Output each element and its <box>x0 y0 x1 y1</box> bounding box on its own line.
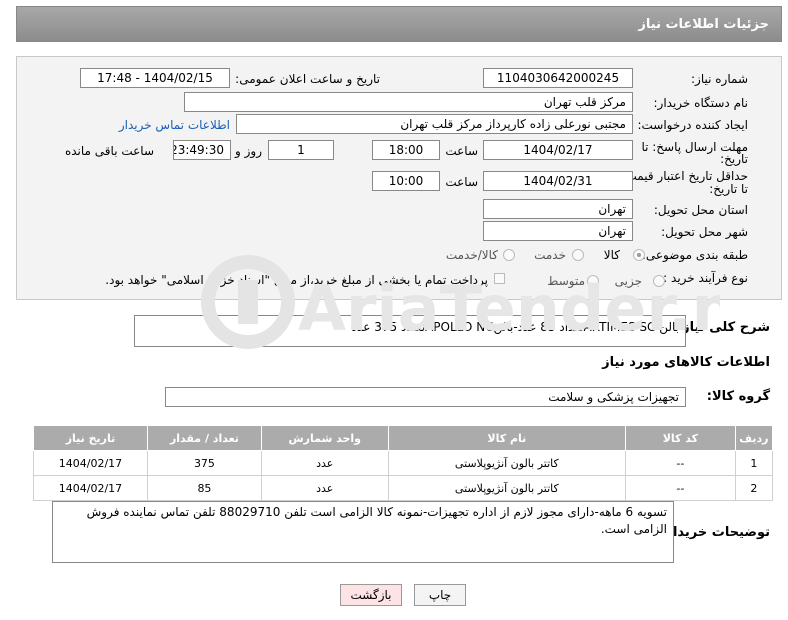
creator-field: مجتبی نورعلی زاده کارپرداز مرکز قلب تهرا… <box>236 114 633 134</box>
page-title: جزئیات اطلاعات نیاز <box>638 17 769 32</box>
process-option-medium: متوسط <box>547 274 585 288</box>
cell-qty: 375 <box>146 450 262 476</box>
deadline-time-field: 18:00 <box>372 140 440 160</box>
price-valid-label-2: تا تاریخ: <box>709 182 748 196</box>
process-label: نوع فرآیند خرید : <box>663 271 748 285</box>
goods-section-title: اطلاعات کالاهای مورد نیاز <box>602 355 770 370</box>
buyer-org-field: مرکز قلب تهران <box>184 92 633 112</box>
col-row: ردیف <box>734 425 774 451</box>
table-row: 2 -- کاتتر بالون آنژیوپلاستی عدد 85 1404… <box>33 475 774 501</box>
price-valid-label: حداقل تاریخ اعتبار قیمت: <box>621 169 748 183</box>
back-button[interactable]: بازگشت <box>340 584 402 606</box>
creator-label: ایجاد کننده درخواست: <box>637 118 748 132</box>
goods-group-field: تجهیزات پزشکی و سلامت <box>165 387 686 407</box>
days-field: 1 <box>268 140 334 160</box>
contact-info-link[interactable]: اطلاعات تماس خریدار <box>119 118 230 132</box>
need-number-field: 1104030642000245 <box>483 68 633 88</box>
process-radio-minor[interactable] <box>653 275 665 287</box>
price-valid-time-field: 10:00 <box>372 171 440 191</box>
category-label: طبقه بندی موضوعی: <box>641 248 748 262</box>
col-code: کد کالا <box>625 425 736 451</box>
deadline-date-field: 1404/02/17 <box>483 140 633 160</box>
notes-label: توضیحات خریدار: <box>660 525 770 540</box>
panel-header: جزئیات اطلاعات نیاز <box>16 6 782 42</box>
category-option-goods-service: کالا/خدمت <box>445 248 498 262</box>
need-number-label: شماره نیاز: <box>691 72 748 86</box>
treasury-payment-checkbox[interactable] <box>494 273 505 284</box>
cell-name: کاتتر بالون آنژیوپلاستی <box>387 475 627 501</box>
payment-note: پرداخت تمام یا بخشی از مبلغ خرید،از محل … <box>105 273 488 287</box>
announce-field: 1404/02/15 - 17:48 <box>80 68 230 88</box>
province-label: استان محل تحویل: <box>653 203 748 217</box>
cell-code: -- <box>625 475 736 501</box>
category-radio-goods[interactable] <box>633 249 645 261</box>
deadline-time-label: ساعت <box>445 144 478 158</box>
cell-code: -- <box>625 450 736 476</box>
cell-date: 1404/02/17 <box>33 450 148 476</box>
city-label: شهر محل تحویل: <box>661 225 748 239</box>
col-unit: واحد شمارش <box>260 425 389 451</box>
description-label: شرح کلی نیاز: <box>676 320 770 335</box>
notes-field: تسویه 6 ماهه-دارای مجوز لازم از اداره تج… <box>52 501 674 563</box>
announce-label: تاریخ و ساعت اعلان عمومی: <box>235 72 380 86</box>
cell-row: 1 <box>734 450 774 476</box>
category-option-goods: کالا <box>603 248 620 262</box>
description-field: بالن ARTIMES SCتعداد 85 عدد-بالنAPOLLO N… <box>134 315 686 347</box>
cell-row: 2 <box>734 475 774 501</box>
city-field: تهران <box>483 221 633 241</box>
deadline-label-2: تاریخ: <box>720 152 748 166</box>
days-label: روز و <box>235 144 262 158</box>
print-button[interactable]: چاپ <box>414 584 466 606</box>
col-name: نام کالا <box>387 425 627 451</box>
cell-unit: عدد <box>260 450 389 476</box>
category-radio-goods-service[interactable] <box>503 249 515 261</box>
price-valid-time-label: ساعت <box>445 175 478 189</box>
cell-unit: عدد <box>260 475 389 501</box>
cell-qty: 85 <box>146 475 262 501</box>
table-row: 1 -- کاتتر بالون آنژیوپلاستی عدد 375 140… <box>33 450 774 476</box>
remaining-time-field: 23:49:30 <box>173 140 231 160</box>
buyer-org-label: نام دستگاه خریدار: <box>653 96 749 110</box>
category-radio-service[interactable] <box>572 249 584 261</box>
process-option-minor: جزیی <box>614 274 642 288</box>
cell-date: 1404/02/17 <box>33 475 148 501</box>
table-header-row: ردیف کد کالا نام کالا واحد شمارش تعداد /… <box>33 425 774 451</box>
goods-table: ردیف کد کالا نام کالا واحد شمارش تعداد /… <box>33 425 774 501</box>
col-date: تاریخ نیاز <box>33 425 148 451</box>
province-field: تهران <box>483 199 633 219</box>
category-option-service: خدمت <box>534 248 566 262</box>
remaining-label: ساعت باقی مانده <box>64 144 154 158</box>
price-valid-date-field: 1404/02/31 <box>483 171 633 191</box>
goods-group-label: گروه کالا: <box>706 389 770 404</box>
process-radio-medium[interactable] <box>587 275 599 287</box>
cell-name: کاتتر بالون آنژیوپلاستی <box>387 450 627 476</box>
col-qty: تعداد / مقدار <box>146 425 262 451</box>
